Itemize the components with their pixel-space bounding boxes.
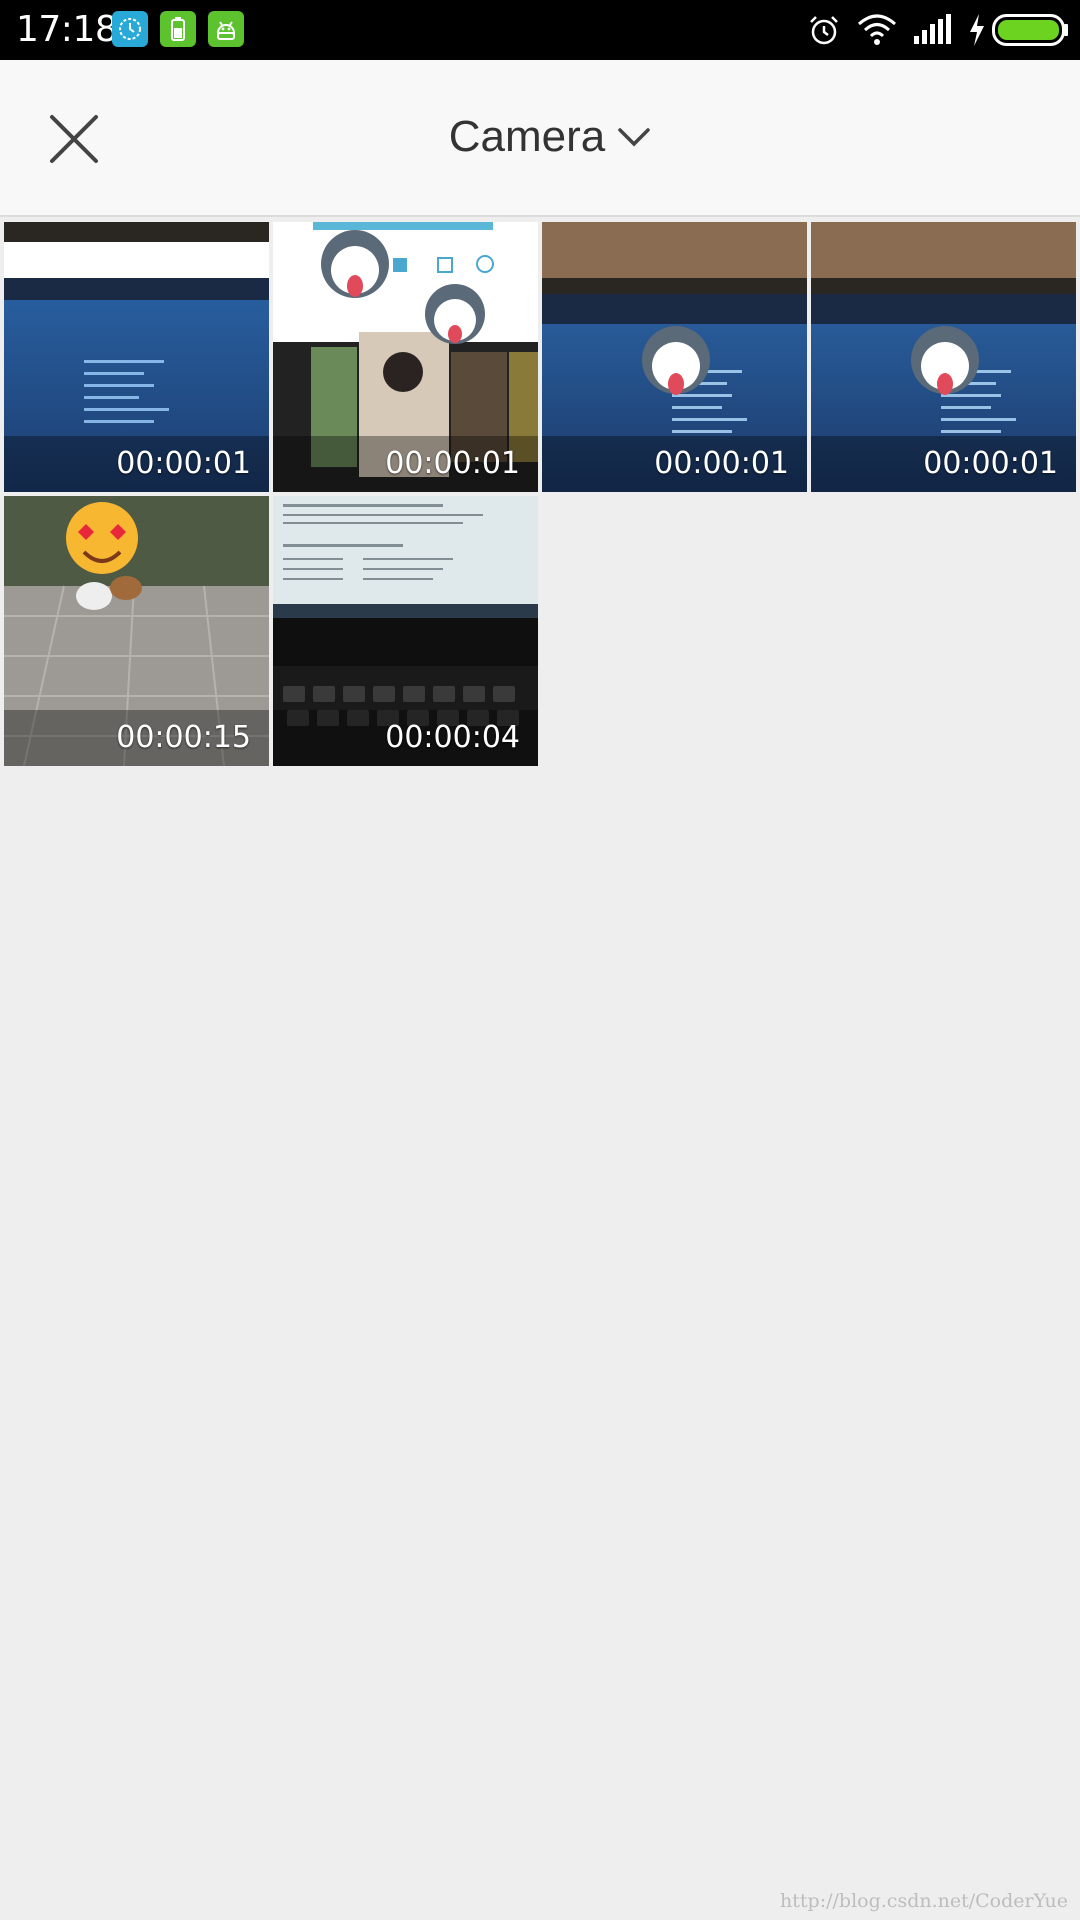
status-bar: 17:18 xyxy=(0,0,1080,60)
video-thumbnail[interactable]: 00:00:01 xyxy=(811,222,1076,492)
status-time: 17:18 xyxy=(16,9,118,50)
video-duration: 00:00:01 xyxy=(654,446,789,481)
history-app-icon xyxy=(112,11,148,47)
video-duration: 00:00:04 xyxy=(385,720,520,755)
battery-icon xyxy=(992,14,1068,46)
charging-icon xyxy=(970,14,984,46)
video-duration: 00:00:01 xyxy=(923,446,1058,481)
toolbar: Camera xyxy=(0,60,1080,217)
close-button[interactable] xyxy=(44,109,104,169)
battery-app-icon xyxy=(160,11,196,47)
album-selector[interactable]: Camera xyxy=(429,104,652,170)
video-thumbnail[interactable]: 00:00:01 xyxy=(273,222,538,492)
chevron-down-icon xyxy=(618,128,650,147)
android-app-icon xyxy=(208,11,244,47)
watermark: http://blog.csdn.net/CoderYue xyxy=(780,1890,1068,1912)
video-duration: 00:00:15 xyxy=(116,720,251,755)
video-thumbnail[interactable]: 00:00:15 xyxy=(4,496,269,766)
video-thumbnail[interactable]: 00:00:01 xyxy=(4,222,269,492)
wifi-icon xyxy=(858,14,896,45)
album-title: Camera xyxy=(448,112,606,161)
alarm-icon xyxy=(810,16,838,45)
video-duration: 00:00:01 xyxy=(116,446,251,481)
video-thumbnail[interactable]: 00:00:04 xyxy=(273,496,538,766)
video-thumbnail[interactable]: 00:00:01 xyxy=(542,222,807,492)
close-icon xyxy=(50,115,98,163)
video-duration: 00:00:01 xyxy=(385,446,520,481)
signal-icon xyxy=(914,14,951,44)
